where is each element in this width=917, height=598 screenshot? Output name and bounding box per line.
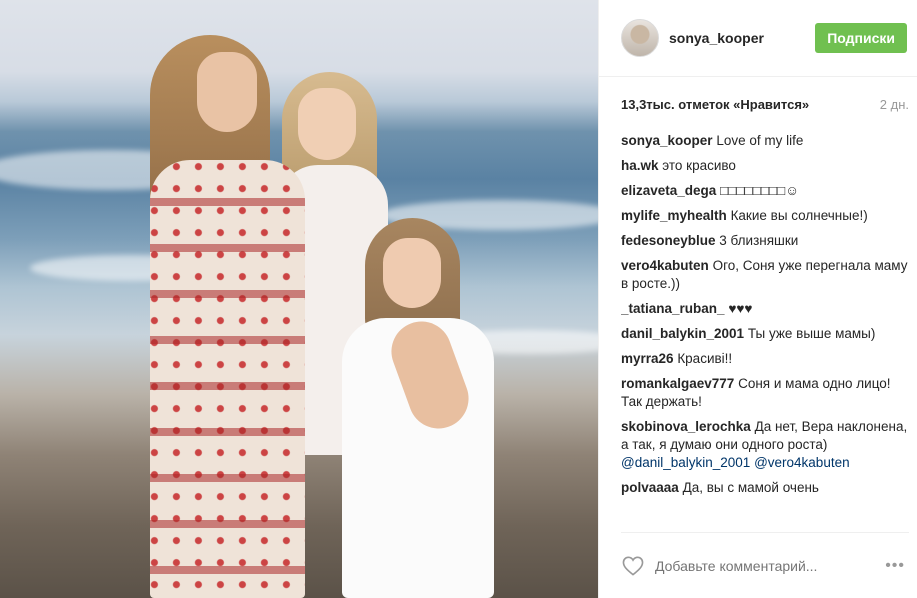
comment-item: sonya_kooper Love of my life [621,132,909,150]
comment-item: ha.wk это красиво [621,157,909,175]
avatar[interactable] [621,19,659,57]
comment-text: Да, вы с мамой очень [682,480,819,495]
comment-mention[interactable]: @vero4kabuten [754,455,850,470]
comment-item: _tatiana_ruban_ ♥♥♥ [621,300,909,318]
comment-text: 3 близняшки [719,233,799,248]
comment-text: Красиві!! [677,351,733,366]
comment-item: skobinova_lerochka Да нет, Вера наклонен… [621,418,909,472]
post-side-panel: sonya_kooper Подписки 13,3тыс. отметок «… [598,0,917,598]
comment-username[interactable]: sonya_kooper [621,133,713,148]
post-header: sonya_kooper Подписки [599,0,917,77]
comment-item: elizaveta_dega □□□□□□□□☺ [621,182,909,200]
comment-username[interactable]: danil_balykin_2001 [621,326,744,341]
photo-figure [298,88,356,160]
likes-count[interactable]: 13,3тыс. отметок «Нравится» [621,97,809,112]
comments-fade [621,510,909,530]
post-author-username[interactable]: sonya_kooper [669,30,815,46]
comment-item: romankalgaev777 Соня и мама одно лицо! Т… [621,375,909,411]
comment-item: vero4kabuten Ого, Соня уже перегнала мам… [621,257,909,293]
photo-figure [197,52,257,132]
comment-item: mylife_myhealth Какие вы солнечные!) [621,207,909,225]
comment-username[interactable]: fedesoneyblue [621,233,716,248]
more-options-icon[interactable]: ••• [885,557,905,575]
comment-item: fedesoneyblue 3 близняшки [621,232,909,250]
comment-username[interactable]: ha.wk [621,158,659,173]
comment-username[interactable]: vero4kabuten [621,258,709,273]
heart-outline-icon[interactable] [621,554,645,578]
comment-username[interactable]: myrra26 [621,351,674,366]
photo-figure [150,160,305,598]
post-date[interactable]: 2 дн. [880,97,909,112]
likes-row: 13,3тыс. отметок «Нравится» 2 дн. [599,77,917,132]
comment-item: danil_balykin_2001 Ты уже выше мамы) [621,325,909,343]
comments-list[interactable]: sonya_kooper Love of my life ha.wk это к… [621,132,909,530]
comment-text: Какие вы солнечные!) [730,208,868,223]
comment-username[interactable]: elizaveta_dega [621,183,716,198]
follow-button[interactable]: Подписки [815,23,907,53]
post-footer: ••• [621,532,909,598]
comment-text: □□□□□□□□☺ [720,183,800,198]
comment-item: myrra26 Красиві!! [621,350,909,368]
post-dialog: sonya_kooper Подписки 13,3тыс. отметок «… [0,0,917,598]
post-photo[interactable] [0,0,598,598]
comment-text: это красиво [662,158,736,173]
comment-text: Love of my life [716,133,804,148]
comment-username[interactable]: skobinova_lerochka [621,419,751,434]
comment-text: ♥♥♥ [728,301,753,316]
comment-input[interactable] [655,557,886,574]
comment-item: polvaaaa Да, вы с мамой очень [621,479,909,497]
comment-username[interactable]: _tatiana_ruban_ [621,301,725,316]
photo-figure [383,238,441,308]
comment-mention[interactable]: @danil_balykin_2001 [621,455,750,470]
comment-username[interactable]: mylife_myhealth [621,208,727,223]
comment-text: Ты уже выше мамы) [747,326,876,341]
comment-username[interactable]: polvaaaa [621,480,679,495]
comment-username[interactable]: romankalgaev777 [621,376,734,391]
